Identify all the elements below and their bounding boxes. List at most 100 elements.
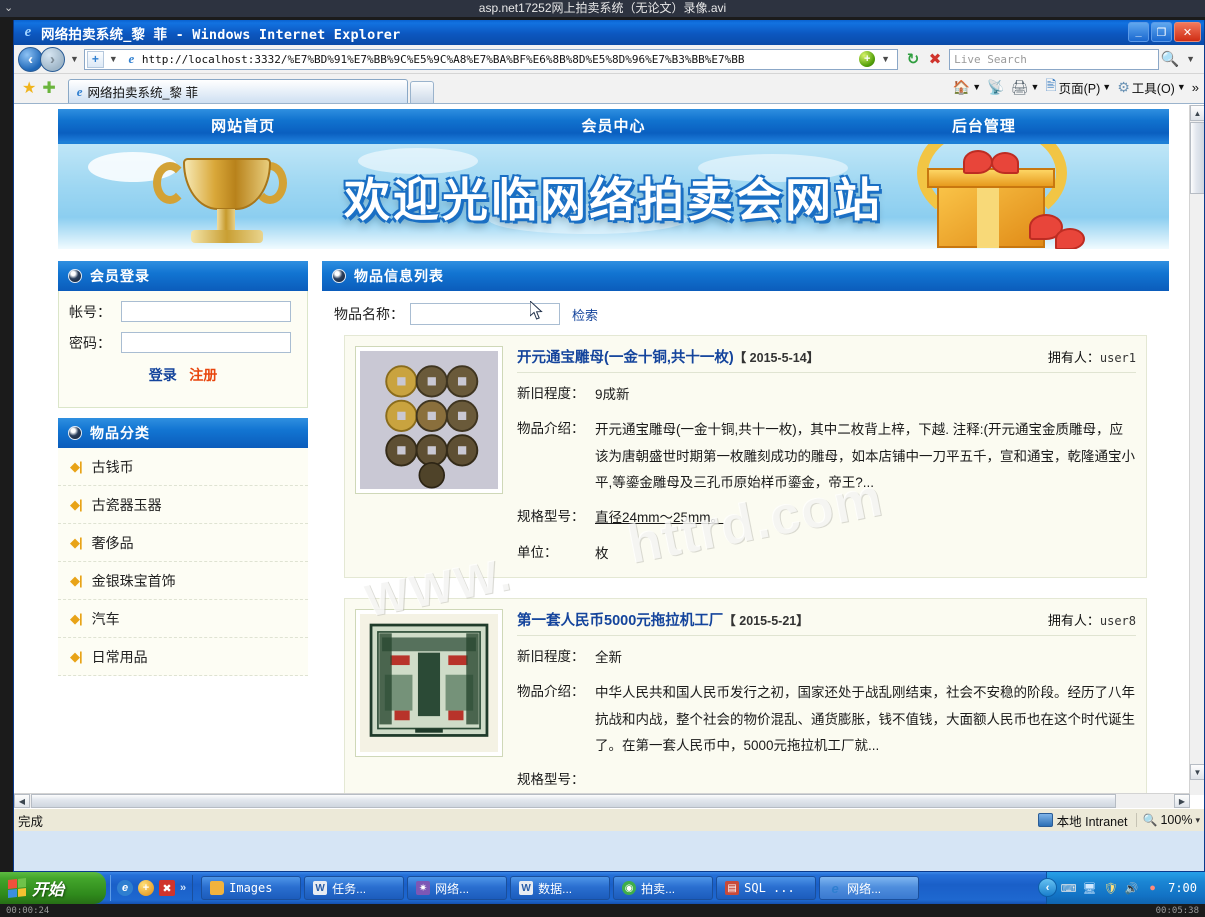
goods-title-link[interactable]: 第一套人民币5000元拖拉机工厂 bbox=[517, 609, 723, 630]
goods-unit-value: 枚 bbox=[595, 545, 609, 561]
zoom-caret-icon[interactable]: ▾ bbox=[1195, 815, 1200, 826]
category-item-luxury[interactable]: ◆| 奢侈品 bbox=[58, 524, 308, 562]
scroll-up-icon[interactable]: ▲ bbox=[1190, 105, 1204, 121]
address-url-text[interactable]: http://localhost:3332/%E7%BD%91%E7%BB%9C… bbox=[142, 53, 858, 66]
goods-owner: 拥有人：user8 bbox=[1048, 610, 1136, 629]
search-input[interactable]: Live Search bbox=[949, 48, 1160, 70]
category-item-porcelain-jade[interactable]: ◆| 古瓷器玉器 bbox=[58, 486, 308, 524]
close-button[interactable]: ✕ bbox=[1174, 22, 1201, 42]
start-button[interactable]: 开始 bbox=[0, 872, 106, 904]
goods-owner-label: 拥有人： bbox=[1047, 350, 1100, 365]
home-icon[interactable]: 🏠 ▼ bbox=[951, 79, 983, 96]
security-zone-label: 本地 Intranet bbox=[1056, 814, 1128, 829]
tray-expand-icon[interactable]: ‹ bbox=[1038, 878, 1058, 897]
zoom-control[interactable]: 🔍 100% ▾ bbox=[1135, 813, 1200, 827]
compatibility-view-icon[interactable]: + bbox=[86, 50, 104, 68]
category-panel-header: 物品分类 bbox=[58, 418, 308, 448]
ancient-coins-photo bbox=[360, 351, 498, 489]
taskbar-clock[interactable]: 7:00 bbox=[1168, 881, 1197, 895]
account-row: 帐号： bbox=[69, 301, 297, 322]
bullet-orb-icon bbox=[68, 269, 82, 283]
feeds-icon[interactable]: 📡 bbox=[985, 79, 1006, 96]
goods-intro-value: 中华人民共和国人民币发行之初，国家还处于战乱刚结束，社会不安稳的阶段。经历了八年… bbox=[595, 685, 1135, 753]
network-activity-icon[interactable]: 🖥 bbox=[1082, 881, 1097, 896]
system-tray: ‹ ⌨ 🖥 🛡 🔊 ● 7:00 bbox=[1038, 872, 1205, 904]
restore-button[interactable]: ❐ bbox=[1151, 22, 1172, 42]
address-history-caret-icon[interactable]: ▼ bbox=[881, 54, 890, 64]
video-caption-bar: ⌄ asp.net17252网上拍卖系统（无论文）录像.avi bbox=[0, 0, 1205, 17]
stop-icon[interactable]: ✖ bbox=[924, 48, 946, 70]
address-dropdown-icon[interactable]: ▼ bbox=[109, 54, 118, 64]
window-title-bar: e 网络拍卖系统_黎 菲 - Windows Internet Explorer… bbox=[14, 20, 1204, 45]
mouse-cursor-icon bbox=[530, 301, 543, 320]
desktop-quicklaunch-icon[interactable]: ✖ bbox=[159, 880, 175, 896]
task-button-ie-active[interactable]: e 网络... bbox=[819, 876, 920, 900]
page-menu-label: 页面(P) bbox=[1058, 81, 1101, 96]
page-favicon-icon: e bbox=[128, 51, 135, 66]
task-button-images[interactable]: Images bbox=[201, 876, 302, 900]
password-input[interactable] bbox=[121, 332, 291, 353]
scroll-right-icon[interactable]: ▶ bbox=[1174, 794, 1190, 808]
goods-item-card[interactable]: 第一套人民币5000元拖拉机工厂 【 2015-5-21】 拥有人：user8 … bbox=[344, 597, 1147, 795]
web-page-content: 网站首页 会员中心 后台管理 欢迎光临网络拍卖会网站 会员登录 帐号： 密码： … bbox=[14, 105, 1190, 795]
media-quicklaunch-icon[interactable]: + bbox=[138, 880, 154, 896]
address-bar[interactable]: + ▼ e http://localhost:3332/%E7%BD%91%E7… bbox=[83, 48, 899, 70]
scroll-left-icon[interactable]: ◀ bbox=[14, 794, 30, 808]
goods-search-button[interactable]: 检索 bbox=[572, 305, 598, 324]
bullet-arrow-icon: ◆| bbox=[70, 648, 83, 664]
print-icon[interactable]: 🖨 ▼ bbox=[1009, 79, 1042, 96]
search-provider-caret-icon[interactable]: ▼ bbox=[1186, 54, 1195, 64]
category-item-ancient-coins[interactable]: ◆| 古钱币 bbox=[58, 448, 308, 486]
recent-pages-icon[interactable]: ▼ bbox=[70, 54, 79, 64]
vertical-scroll-thumb[interactable] bbox=[1190, 122, 1204, 194]
category-panel: 物品分类 ◆| 古钱币 ◆| 古瓷器玉器 ◆| 奢侈品 ◆| 金银珠宝首饰 ◆|… bbox=[58, 418, 308, 676]
task-button-task-doc[interactable]: W 任务... bbox=[304, 876, 405, 900]
quick-launch-overflow-icon[interactable]: » bbox=[180, 882, 186, 894]
category-item-daily-goods[interactable]: ◆| 日常用品 bbox=[58, 638, 308, 676]
update-shield-icon[interactable]: 🛡 bbox=[1103, 881, 1118, 896]
task-button-sql[interactable]: ▤ SQL ... bbox=[716, 876, 817, 900]
nav-item-admin[interactable]: 后台管理 bbox=[799, 109, 1169, 141]
refresh-icon[interactable]: ↻ bbox=[902, 48, 924, 70]
category-item-jewelry[interactable]: ◆| 金银珠宝首饰 bbox=[58, 562, 308, 600]
goods-thumbnail[interactable] bbox=[355, 608, 503, 757]
tools-menu-button[interactable]: ⚙ 工具(O) ▼ bbox=[1115, 78, 1188, 97]
task-button-auction[interactable]: ◉ 拍卖... bbox=[613, 876, 714, 900]
go-button-icon[interactable]: + bbox=[859, 51, 876, 67]
add-to-favorites-icon[interactable]: ✚ bbox=[42, 78, 55, 98]
browser-tab-active[interactable]: e 网络拍卖系统_黎 菲 bbox=[67, 79, 408, 103]
goods-item-card[interactable]: 开元通宝雕母(一金十铜,共十一枚) 【 2015-5-14】 拥有人：user1… bbox=[344, 335, 1147, 578]
scroll-down-icon[interactable]: ▼ bbox=[1190, 764, 1204, 780]
volume-icon[interactable]: 🔊 bbox=[1124, 881, 1139, 896]
ie-quicklaunch-icon[interactable]: e bbox=[117, 880, 133, 896]
horizontal-scroll-thumb[interactable] bbox=[31, 794, 1116, 808]
bullet-orb-icon bbox=[332, 269, 346, 283]
search-icon[interactable]: 🔍 bbox=[1159, 48, 1181, 70]
task-button-data-doc[interactable]: W 数据... bbox=[510, 876, 611, 900]
antivirus-icon[interactable]: ● bbox=[1145, 881, 1160, 896]
bullet-arrow-icon: ◆| bbox=[70, 458, 83, 474]
page-menu-button[interactable]: 🖹 页面(P) ▼ bbox=[1043, 75, 1113, 99]
task-button-project[interactable]: ✷ 网络... bbox=[407, 876, 508, 900]
windows-flag-icon bbox=[8, 878, 26, 898]
video-timeline-bar[interactable]: 00:00:24 00:05:38 bbox=[0, 904, 1205, 917]
keyboard-layout-icon[interactable]: ⌨ bbox=[1061, 881, 1077, 896]
forward-arrow-icon[interactable]: › bbox=[40, 46, 65, 72]
nav-item-home[interactable]: 网站首页 bbox=[58, 109, 428, 141]
page-horizontal-scrollbar[interactable]: ◀ ▶ bbox=[14, 793, 1190, 808]
goods-title-link[interactable]: 开元通宝雕母(一金十铜,共十一枚) bbox=[517, 346, 734, 367]
security-zone[interactable]: 本地 Intranet bbox=[1037, 811, 1136, 830]
goods-thumbnail[interactable] bbox=[355, 346, 503, 494]
tab-toolbar: ★ ✚ e 网络拍卖系统_黎 菲 🏠 ▼ 📡 🖨 ▼ 🖹 页面(P) ▼ ⚙ 工具(O) ▼… bbox=[14, 74, 1204, 104]
account-input[interactable] bbox=[121, 301, 291, 322]
page-viewport: 网站首页 会员中心 后台管理 欢迎光临网络拍卖会网站 会员登录 帐号： 密码： … bbox=[14, 104, 1204, 808]
category-item-cars[interactable]: ◆| 汽车 bbox=[58, 600, 308, 638]
new-tab-button[interactable] bbox=[409, 81, 434, 103]
favorites-star-icon[interactable]: ★ bbox=[22, 78, 36, 98]
page-vertical-scrollbar[interactable]: ▲ ▼ bbox=[1189, 105, 1204, 795]
register-link[interactable]: 注册 bbox=[189, 367, 217, 383]
nav-item-member-center[interactable]: 会员中心 bbox=[428, 109, 798, 141]
login-link[interactable]: 登录 bbox=[149, 367, 177, 383]
command-overflow-icon[interactable]: » bbox=[1192, 80, 1199, 95]
minimize-button[interactable]: _ bbox=[1128, 22, 1149, 42]
